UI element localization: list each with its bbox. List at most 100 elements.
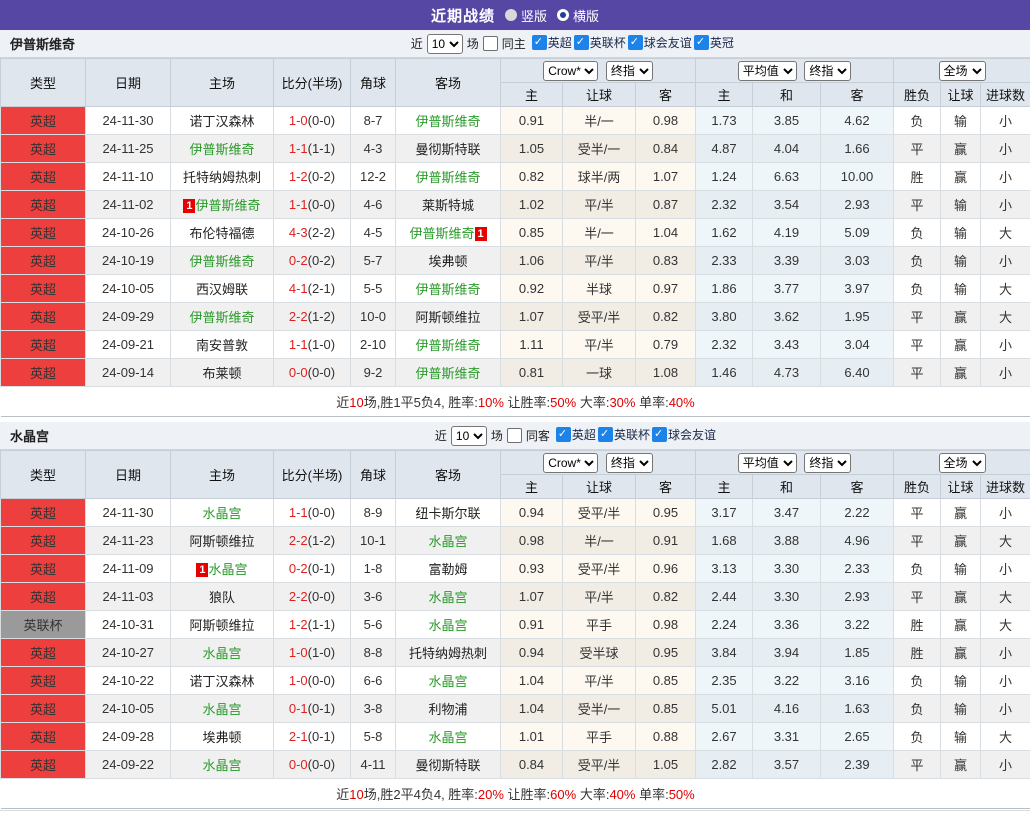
team-name[interactable]: 阿斯顿维拉 [189,534,254,549]
fulltime-score: 4-3 [289,225,308,240]
avg-home-odds-cell: 2.35 [696,667,753,695]
league-checkbox[interactable] [628,35,643,50]
team-name[interactable]: 水晶宫 [202,506,241,521]
league-filter[interactable]: 英超 [532,34,572,51]
team-name[interactable]: 莱斯特城 [422,198,474,213]
team-name[interactable]: 狼队 [209,590,235,605]
team-name[interactable]: 托特纳姆热刺 [183,170,261,185]
halftime-score: (2-2) [308,225,335,240]
league-checkbox[interactable] [574,35,589,50]
league-filter[interactable]: 英联杯 [574,34,626,51]
league-checkbox[interactable] [598,427,613,442]
team-name[interactable]: 水晶宫 [428,618,467,633]
odds-kind-select[interactable]: 终指 [606,61,653,81]
result-wdl-cell: 平 [894,583,941,611]
team-name[interactable]: 埃弗顿 [428,254,467,269]
team-name[interactable]: 诺丁汉森林 [189,674,254,689]
team-name[interactable]: 曼彻斯特联 [415,142,480,157]
league-filter[interactable]: 英冠 [694,34,734,51]
odds-kind-select[interactable]: 终指 [606,453,653,473]
team-name[interactable]: 西汉姆联 [196,282,248,297]
summary-part: 大率: [576,787,609,802]
handicap-away-odds-cell: 0.85 [636,695,696,723]
team-name[interactable]: 伊普斯维奇 [195,198,260,213]
layout-horizontal-option[interactable]: 横版 [557,6,599,25]
avg-away-odds-cell: 3.97 [821,275,894,303]
avg-draw-odds-cell: 3.39 [753,247,821,275]
same-venue-checkbox[interactable] [507,428,522,443]
team-name[interactable]: 伊普斯维奇 [415,338,480,353]
average-kind-select[interactable]: 终指 [804,453,851,473]
red-card-badge: 1 [196,563,208,577]
team-name[interactable]: 富勒姆 [428,562,467,577]
team-name[interactable]: 水晶宫 [428,730,467,745]
team-name[interactable]: 布伦特福德 [189,226,254,241]
team-name[interactable]: 伊普斯维奇 [409,226,474,241]
score-cell: 0-2(0-1) [274,555,351,583]
league-checkbox[interactable] [556,427,571,442]
date-cell: 24-11-03 [86,583,171,611]
match-count-select[interactable]: 10 [451,426,487,446]
team-name[interactable]: 阿斯顿维拉 [415,310,480,325]
scope-select[interactable]: 全场 [939,61,986,81]
team-name[interactable]: 伊普斯维奇 [415,170,480,185]
team-name[interactable]: 水晶宫 [208,562,247,577]
score-cell: 1-1(1-1) [274,135,351,163]
team-name[interactable]: 水晶宫 [428,534,467,549]
team-name[interactable]: 埃弗顿 [202,730,241,745]
team-name[interactable]: 伊普斯维奇 [189,142,254,157]
team-name[interactable]: 水晶宫 [202,702,241,717]
home-team-cell: 托特纳姆热刺 [171,163,274,191]
average-select[interactable]: 平均值 [738,61,797,81]
odds-source-select[interactable]: Crow* [543,453,598,473]
team-name[interactable]: 水晶宫 [428,590,467,605]
team-name[interactable]: 纽卡斯尔联 [415,506,480,521]
average-kind-select[interactable]: 终指 [804,61,851,81]
team-name[interactable]: 曼彻斯特联 [415,758,480,773]
team-name[interactable]: 伊普斯维奇 [415,282,480,297]
red-card-badge: 1 [475,227,487,241]
league-label: 英超 [548,34,572,51]
date-cell: 24-10-27 [86,639,171,667]
team-name[interactable]: 布莱顿 [202,366,241,381]
team-name[interactable]: 水晶宫 [202,758,241,773]
team-name[interactable]: 利物浦 [428,702,467,717]
team-name[interactable]: 伊普斯维奇 [415,366,480,381]
avg-draw-odds-cell: 3.43 [753,331,821,359]
league-label: 英冠 [710,34,734,51]
team-name[interactable]: 诺丁汉森林 [189,114,254,129]
match-count-select[interactable]: 10 [427,34,463,54]
team-name[interactable]: 水晶宫 [202,646,241,661]
league-filter[interactable]: 球会友谊 [652,426,716,443]
team-name[interactable]: 南安普敦 [196,338,248,353]
team-name[interactable]: 伊普斯维奇 [189,254,254,269]
corner-cell: 10-0 [351,303,396,331]
league-filter[interactable]: 英联杯 [598,426,650,443]
fulltime-score: 0-0 [289,757,308,772]
team-name[interactable]: 阿斯顿维拉 [189,618,254,633]
radio-horizontal-icon[interactable] [557,9,569,21]
league-filter[interactable]: 球会友谊 [628,34,692,51]
same-venue-checkbox[interactable] [483,36,498,51]
league-filter[interactable]: 英超 [556,426,596,443]
league-checkbox[interactable] [694,35,709,50]
filters: 近 10 场 同客 英超英联杯球会友谊 [435,426,716,446]
near-label: 近 [411,35,423,52]
team-name[interactable]: 伊普斯维奇 [189,310,254,325]
team-name[interactable]: 托特纳姆热刺 [409,646,487,661]
result-wdl-cell: 胜 [894,639,941,667]
team-name[interactable]: 伊普斯维奇 [415,114,480,129]
league-checkbox[interactable] [652,427,667,442]
scope-select[interactable]: 全场 [939,453,986,473]
fulltime-score: 2-1 [289,729,308,744]
layout-vertical-option[interactable]: 竖版 [505,6,547,25]
odds-source-select[interactable]: Crow* [543,61,598,81]
halftime-score: (1-2) [308,309,335,324]
radio-vertical-icon[interactable] [505,9,517,21]
summary-text: 近10场,胜1平5负4, 胜率:10% 让胜率:50% 大率:30% 单率:40… [1,387,1030,417]
league-checkbox[interactable] [532,35,547,50]
result-wdl-cell: 负 [894,555,941,583]
team-name[interactable]: 水晶宫 [428,674,467,689]
average-select[interactable]: 平均值 [738,453,797,473]
corner-cell: 4-6 [351,191,396,219]
